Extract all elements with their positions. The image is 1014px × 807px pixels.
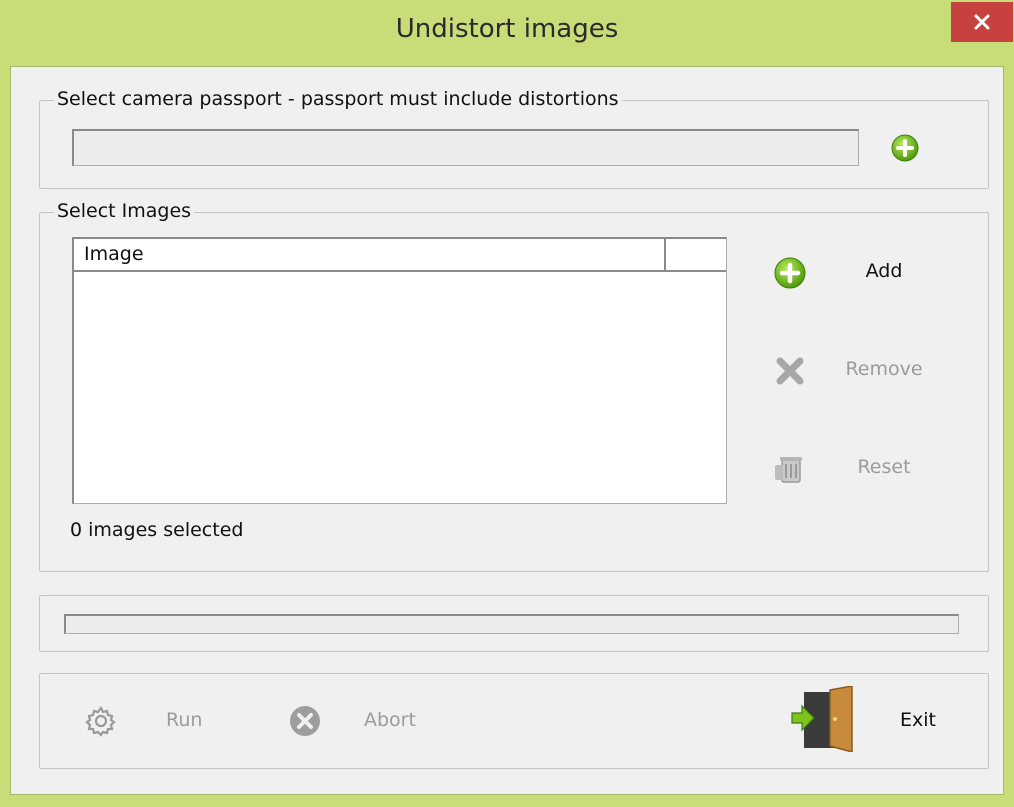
- exit-button[interactable]: Exit: [790, 686, 950, 752]
- add-passport-button[interactable]: [890, 133, 920, 163]
- run-button[interactable]: Run: [84, 696, 214, 746]
- abort-label: Abort: [364, 709, 416, 731]
- reset-images-label: Reset: [857, 456, 911, 478]
- reset-images-button[interactable]: Reset: [772, 447, 942, 491]
- images-selected-count: 0 images selected: [70, 519, 244, 541]
- title-bar: Undistort images: [0, 0, 1014, 66]
- images-group-label: Select Images: [54, 200, 195, 222]
- actions-group: Run Abort Exit: [39, 673, 989, 769]
- add-images-button[interactable]: Add: [772, 251, 942, 295]
- passport-group: Select camera passport - passport must i…: [39, 88, 989, 189]
- trash-icon: [775, 457, 802, 483]
- close-button[interactable]: [951, 2, 1013, 42]
- close-icon: [974, 14, 990, 30]
- remove-image-button[interactable]: Remove: [772, 349, 942, 393]
- abort-button[interactable]: Abort: [288, 696, 428, 746]
- run-label: Run: [166, 709, 203, 731]
- exit-door-icon: [791, 686, 853, 752]
- x-icon: [776, 357, 804, 385]
- progress-group: [39, 595, 989, 652]
- list-header: Image: [74, 239, 726, 272]
- add-images-label: Add: [865, 260, 903, 282]
- plus-circle-icon: [774, 257, 806, 289]
- dialog-body: Select camera passport - passport must i…: [10, 66, 1004, 795]
- images-group: Select Images Image 0 images selected Ad…: [39, 200, 989, 572]
- images-list[interactable]: Image: [72, 237, 727, 504]
- passport-group-label: Select camera passport - passport must i…: [54, 88, 622, 110]
- gear-icon: [85, 705, 116, 737]
- exit-label: Exit: [900, 709, 936, 731]
- column-header-image[interactable]: Image: [74, 239, 666, 270]
- remove-image-label: Remove: [845, 358, 923, 380]
- window-title: Undistort images: [395, 14, 619, 44]
- passport-path-field[interactable]: [72, 129, 859, 166]
- progress-bar: [64, 614, 959, 634]
- abort-icon: [290, 706, 320, 736]
